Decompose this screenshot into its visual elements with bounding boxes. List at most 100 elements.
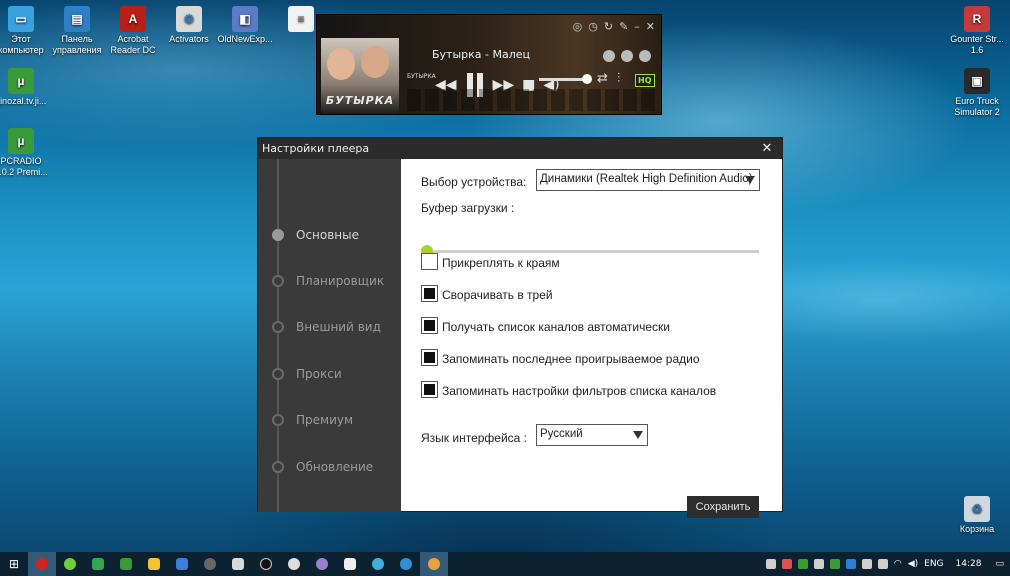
save-button[interactable]: Сохранить [687, 496, 759, 518]
settings-content: Выбор устройства: Динамики (Realtek High… [401, 159, 782, 518]
share-buttons [603, 50, 651, 62]
chevron-down-icon [633, 431, 643, 439]
nav-dot-icon [272, 368, 284, 380]
taskbar-app-9[interactable] [308, 552, 336, 576]
checkbox-remember-radio[interactable] [421, 349, 438, 366]
shuffle-icon[interactable]: ⇄ [597, 71, 608, 86]
sidebar-item-proxy[interactable]: Прокси [272, 367, 342, 381]
taskbar-app-3[interactable] [140, 552, 168, 576]
checkbox-snap-edges[interactable] [421, 253, 438, 270]
system-tray: ◠ ◀) ENG 14:28 ▭ [765, 552, 1010, 576]
desktop-icon-euro-truck[interactable]: ▣ Euro Truck Simulator 2 [936, 68, 1010, 118]
nav-dot-icon [272, 229, 284, 241]
settings-sidebar: Основные Планировщик Внешний вид Прокси … [258, 159, 401, 512]
buffer-label: Буфер загрузки : [421, 201, 515, 215]
utorrent-icon [120, 558, 132, 570]
wifi-icon[interactable]: ◠ [894, 559, 902, 569]
buffer-slider[interactable] [421, 245, 759, 257]
start-button[interactable]: ⊞ [0, 552, 28, 576]
grid-icon [344, 558, 356, 570]
minimize-icon[interactable]: – [634, 20, 640, 33]
warning-icon [148, 558, 160, 570]
language-select[interactable]: Русский [536, 424, 648, 446]
block-icon [260, 558, 272, 570]
paint-icon [232, 558, 244, 570]
hq-toggle[interactable]: HQ [635, 74, 655, 87]
sidebar-item-update[interactable]: Обновление [272, 460, 373, 474]
this-pc-icon: ▭ [8, 6, 34, 32]
tray-icon-6[interactable] [861, 559, 872, 569]
taskbar-utorrent[interactable] [112, 552, 140, 576]
desktop-icon-utorrent-file[interactable]: µ kinozal.tv.ji... [0, 68, 62, 107]
checkbox-auto-channels[interactable] [421, 317, 438, 334]
radio-player-window[interactable]: БУТЫРКА ◎ ◷ ↻ ✎ – ✕ Бутырка - Малец БУТЫ… [316, 14, 662, 115]
taskbar-app-1[interactable] [56, 552, 84, 576]
nav-dot-icon [272, 461, 284, 473]
chevron-down-icon [745, 176, 755, 184]
chrome-icon[interactable] [621, 50, 633, 62]
clock-icon[interactable]: ◷ [588, 20, 598, 33]
euro-truck-icon: ▣ [964, 68, 990, 94]
notifications-icon[interactable]: ▭ [995, 559, 1004, 569]
favorite-icon[interactable] [603, 50, 615, 62]
taskbar-app-4[interactable] [168, 552, 196, 576]
taskbar-app-7[interactable] [252, 552, 280, 576]
desktop-icon-pcradio[interactable]: µ PCRADIO 6.0.2 Premi... [0, 128, 62, 178]
info-icon[interactable] [639, 50, 651, 62]
tray-icon-2[interactable] [781, 559, 792, 569]
language-indicator[interactable]: ENG [924, 559, 943, 569]
player-settings-dialog: Настройки плеера ✕ Основные Планировщик … [257, 137, 783, 518]
checkbox-label: Получать список каналов автоматически [442, 320, 670, 334]
taskbar-edge[interactable] [392, 552, 420, 576]
taskbar-app-5[interactable] [196, 552, 224, 576]
spectrum-visualizer [407, 89, 657, 111]
dialog-close-icon[interactable]: ✕ [758, 138, 776, 159]
taskbar-pcradio[interactable] [420, 552, 448, 576]
app-green-icon [64, 558, 76, 570]
activators-folder-icon: ⚙ [176, 6, 202, 32]
nav-dot-icon [272, 414, 284, 426]
tray-utorrent-icon[interactable] [797, 559, 808, 569]
volume-slider[interactable] [539, 74, 592, 84]
nav-dot-icon [272, 275, 284, 287]
battery-icon[interactable] [877, 559, 888, 569]
taskbar-app-11[interactable] [364, 552, 392, 576]
acrobat-icon: A [120, 6, 146, 32]
taskbar-app-8[interactable] [280, 552, 308, 576]
clock[interactable]: 14:28 [956, 559, 982, 569]
taskbar-opera[interactable] [28, 552, 56, 576]
station-label: БУТЫРКА [407, 73, 436, 80]
taskbar-app-6[interactable] [224, 552, 252, 576]
play-icon [176, 558, 188, 570]
checkbox-label: Запоминать последнее проигрываемое радио [442, 352, 700, 366]
tray-icon-3[interactable] [813, 559, 824, 569]
camera-icon[interactable]: ◎ [573, 20, 583, 33]
device-select[interactable]: Динамики (Realtek High Definition Audio) [536, 169, 760, 191]
tray-icon-5[interactable] [845, 559, 856, 569]
checkbox-minimize-tray[interactable] [421, 285, 438, 302]
sidebar-item-appearance[interactable]: Внешний вид [272, 320, 381, 334]
taskbar-app-2[interactable] [84, 552, 112, 576]
volume-icon[interactable]: ◀) [908, 559, 918, 569]
language-label: Язык интерфейса : [421, 431, 528, 445]
sidebar-item-general[interactable]: Основные [272, 228, 359, 242]
desktop-icon-recycle-bin[interactable]: ♻ Корзина [936, 496, 1010, 535]
tray-icon-1[interactable] [765, 559, 776, 569]
windows-icon: ⊞ [8, 557, 20, 571]
counter-strike-icon: R [964, 6, 990, 32]
refresh-icon[interactable]: ↻ [604, 20, 613, 33]
equalizer-icon[interactable]: ⫶ [617, 71, 620, 86]
settings-wrench-icon[interactable]: ✎ [619, 20, 628, 33]
sidebar-item-premium[interactable]: Премиум [272, 413, 353, 427]
dialog-title: Настройки плеера [262, 142, 370, 155]
mouse-cursor-icon [746, 395, 758, 410]
close-icon[interactable]: ✕ [646, 20, 655, 33]
checkbox-remember-filters[interactable] [421, 381, 438, 398]
recycle-bin-icon: ♻ [964, 496, 990, 522]
tray-icon-4[interactable] [829, 559, 840, 569]
desktop-icon-counter-strike[interactable]: R Gounter Str... 1.6 [936, 6, 1010, 56]
sidebar-item-scheduler[interactable]: Планировщик [272, 274, 384, 288]
checkbox-label: Запоминать настройки фильтров списка кан… [442, 384, 717, 398]
taskbar-app-10[interactable] [336, 552, 364, 576]
pcradio-icon [428, 558, 440, 570]
